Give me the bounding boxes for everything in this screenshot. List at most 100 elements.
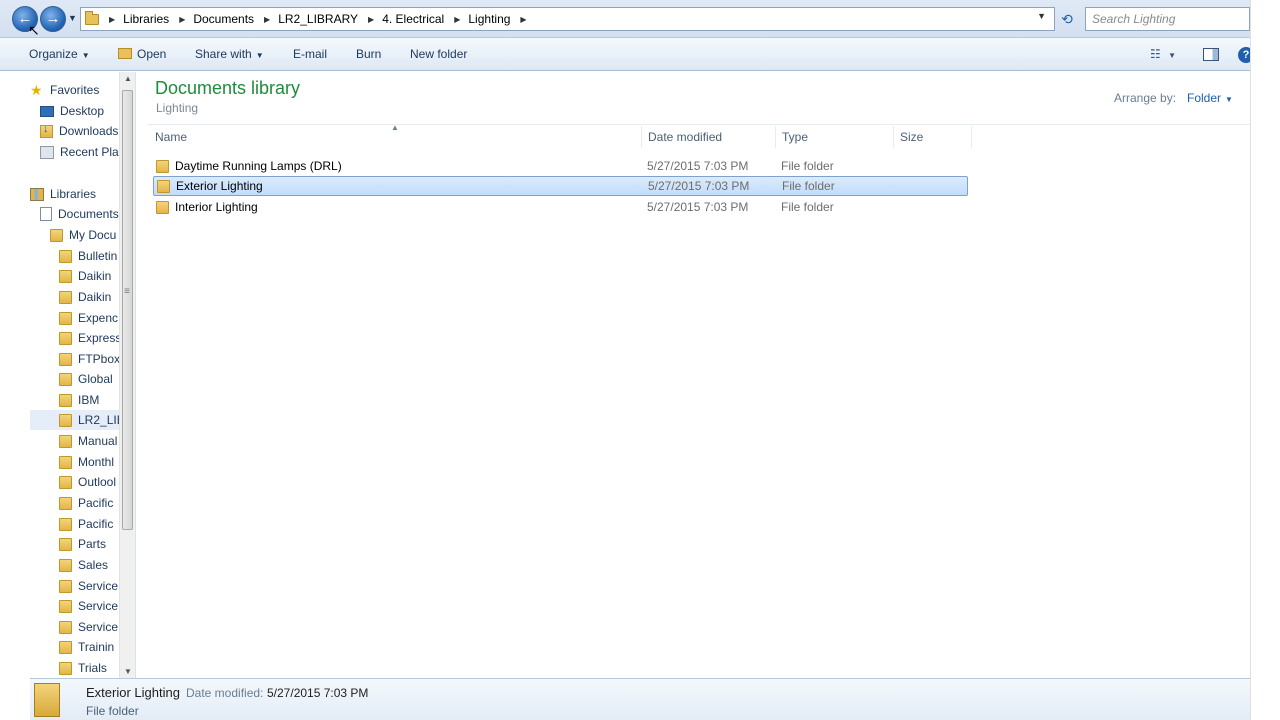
chevron-right-icon[interactable]: ▶: [520, 15, 526, 24]
sidebar-item-label: Outlool: [78, 475, 117, 489]
folder-icon: [59, 352, 72, 366]
row-name: Daytime Running Lamps (DRL): [175, 159, 342, 173]
sidebar-item-label: Downloads: [59, 124, 119, 138]
sidebar-item-label: Pacific: [78, 496, 114, 510]
column-header-date-modified[interactable]: Date modified: [648, 130, 722, 146]
sidebar-item-label: Express: [78, 331, 122, 345]
email-button[interactable]: E-mail: [293, 47, 327, 61]
sidebar-item-label: Monthl: [78, 455, 115, 469]
sidebar-folder[interactable]: Monthl: [59, 452, 114, 472]
sidebar-folder[interactable]: Expenc: [59, 308, 118, 328]
details-item-type: File folder: [86, 704, 139, 718]
details-date-label: Date modified:: [186, 686, 264, 700]
scrollbar-thumb[interactable]: ≡: [122, 90, 133, 530]
preview-pane-icon[interactable]: [1203, 48, 1219, 61]
change-view-button[interactable]: ☷ ▼: [1150, 47, 1176, 61]
open-label: Open: [137, 47, 167, 61]
breadcrumb-lighting[interactable]: Lighting: [468, 12, 510, 26]
column-header-type[interactable]: Type: [782, 130, 808, 146]
search-input[interactable]: Search Lighting: [1085, 7, 1250, 31]
sidebar-scrollbar[interactable]: ▲ ≡ ▼: [119, 72, 135, 678]
page-subtitle: Lighting: [156, 101, 199, 115]
folder-icon: [59, 413, 72, 427]
organize-button[interactable]: Organize ▼: [29, 47, 90, 61]
sidebar-folder[interactable]: IBM: [59, 390, 99, 410]
sidebar-item-recent-places[interactable]: Recent Plac: [40, 142, 125, 162]
sidebar-folder[interactable]: Express: [59, 328, 121, 348]
sidebar-item-label: Recent Plac: [60, 145, 125, 159]
table-row[interactable]: Interior Lighting 5/27/2015 7:03 PM File…: [153, 197, 968, 217]
sidebar-folder[interactable]: Trainin: [59, 637, 114, 657]
chevron-right-icon[interactable]: ▶: [368, 15, 374, 24]
sidebar-folder[interactable]: Global: [59, 369, 113, 389]
open-button[interactable]: Open: [118, 47, 166, 61]
sidebar-item-label: Expenc: [78, 311, 119, 325]
breadcrumb-documents[interactable]: Documents: [193, 12, 254, 26]
recent-places-icon: [40, 145, 54, 159]
recent-pages-dropdown-icon[interactable]: ▼: [68, 13, 77, 23]
chevron-right-icon[interactable]: ▶: [454, 15, 460, 24]
sidebar-folder[interactable]: Service: [59, 596, 118, 616]
table-row-selected[interactable]: Exterior Lighting 5/27/2015 7:03 PM File…: [153, 176, 968, 196]
sidebar-folder[interactable]: Trials: [59, 658, 107, 678]
details-pane: Exterior Lighting Date modified: 5/27/20…: [30, 678, 1250, 720]
libraries-icon: [30, 187, 44, 201]
folder-icon: [59, 455, 72, 469]
refresh-icon[interactable]: ⟲: [1056, 8, 1078, 30]
burn-button[interactable]: Burn: [356, 47, 381, 61]
column-divider[interactable]: [641, 126, 642, 148]
sidebar-folder[interactable]: Parts: [59, 534, 106, 554]
sidebar-folder[interactable]: Pacific: [59, 493, 113, 513]
sidebar-item-libraries[interactable]: Libraries: [30, 184, 96, 204]
sidebar-item-my-documents[interactable]: My Docu: [50, 225, 116, 245]
row-type: File folder: [782, 179, 835, 193]
folder-icon: [59, 311, 72, 325]
sidebar-item-desktop[interactable]: Desktop: [40, 101, 104, 121]
sidebar-folder[interactable]: Bulletin: [59, 246, 117, 266]
sidebar-folder[interactable]: Pacific: [59, 514, 113, 534]
sidebar-item-downloads[interactable]: Downloads: [40, 121, 118, 141]
chevron-right-icon[interactable]: ▶: [179, 15, 185, 24]
arrange-by-dropdown[interactable]: Folder ▼: [1187, 91, 1233, 105]
column-header-size[interactable]: Size: [900, 130, 923, 146]
pane-splitter[interactable]: [135, 72, 136, 678]
folder-icon: [157, 179, 170, 193]
column-header-name[interactable]: Name: [155, 130, 187, 146]
forward-arrow-icon[interactable]: →: [40, 6, 66, 32]
scroll-down-icon[interactable]: ▼: [124, 667, 132, 676]
folder-icon: [59, 372, 72, 386]
column-divider[interactable]: [775, 126, 776, 148]
address-dropdown-icon[interactable]: ▼: [1037, 11, 1046, 21]
sidebar-item-documents[interactable]: Documents: [40, 204, 119, 224]
breadcrumb[interactable]: ▶ Libraries ▶ Documents ▶ LR2_LIBRARY ▶ …: [80, 7, 1055, 31]
sidebar-folder[interactable]: Service: [59, 576, 118, 596]
sidebar-folder[interactable]: FTPbox: [59, 349, 120, 369]
sidebar-item-label: Service: [78, 599, 119, 613]
breadcrumb-lr2-library[interactable]: LR2_LIBRARY: [278, 12, 358, 26]
breadcrumb-electrical[interactable]: 4. Electrical: [382, 12, 444, 26]
table-row[interactable]: Daytime Running Lamps (DRL) 5/27/2015 7:…: [153, 156, 968, 176]
sidebar-folder[interactable]: Daikin: [59, 287, 111, 307]
sidebar-folder[interactable]: Outlool: [59, 472, 116, 492]
row-type: File folder: [781, 159, 834, 173]
sidebar-folder[interactable]: Manual: [59, 431, 117, 451]
sidebar-item-label: IBM: [78, 393, 100, 407]
sidebar-item-favorites[interactable]: ★ Favorites: [30, 80, 99, 100]
chevron-right-icon[interactable]: ▶: [109, 15, 115, 24]
chevron-down-icon: ▼: [255, 51, 264, 60]
sidebar-item-label: Pacific: [78, 517, 114, 531]
scroll-up-icon[interactable]: ▲: [124, 74, 132, 83]
sidebar-folder[interactable]: Service: [59, 617, 118, 637]
column-divider[interactable]: [971, 126, 972, 148]
sidebar-item-label: Parts: [78, 537, 107, 551]
column-divider[interactable]: [893, 126, 894, 148]
page-title: Documents library: [155, 78, 301, 98]
new-folder-button[interactable]: New folder: [410, 47, 467, 61]
sidebar-folder[interactable]: Daikin: [59, 266, 111, 286]
share-with-button[interactable]: Share with ▼: [195, 47, 264, 61]
sidebar-folder[interactable]: Sales: [59, 555, 108, 575]
breadcrumb-libraries[interactable]: Libraries: [123, 12, 169, 26]
chevron-right-icon[interactable]: ▶: [264, 15, 270, 24]
sidebar-item-label: Manual: [78, 434, 118, 448]
documents-library-icon: [40, 207, 52, 221]
